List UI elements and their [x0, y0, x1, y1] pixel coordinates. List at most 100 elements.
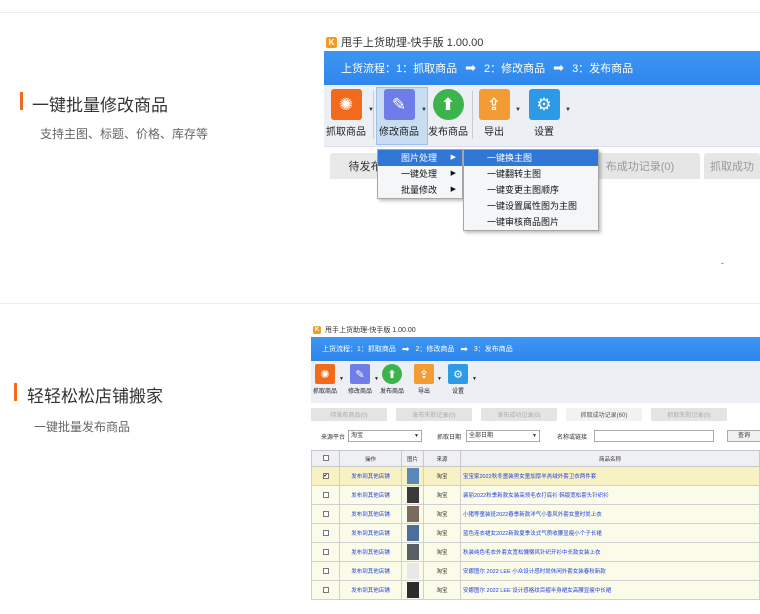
settings-button[interactable]: ⚙ 设置 ▼: [445, 364, 477, 395]
settings-button[interactable]: ⚙ 设置 ▼: [525, 89, 571, 138]
product-name-link[interactable]: 小猪等童装班2022春季新款洋气小香风外套女童时尚上衣: [460, 504, 760, 524]
chevron-down-icon: ▼: [414, 433, 419, 439]
flow-step-2: 2：修改商品: [484, 63, 546, 75]
checkbox-icon: [322, 548, 329, 555]
grab-date-value: 全部日期: [469, 433, 494, 439]
flow-label: 上货流程：: [341, 63, 396, 75]
product-image: [406, 468, 419, 484]
tab-publish-success[interactable]: 发布成功记录(0): [481, 408, 557, 421]
export-button[interactable]: ⇪ 导出 ▼: [412, 364, 442, 395]
window-title: 甩手上货助理-快手版 1.00.00: [341, 37, 484, 49]
table-row[interactable]: ✔ 发布到其他店铺 淘宝 宝宝家2022秋冬童装男女童加厚羊羔绒外套卫衣两件套: [311, 466, 760, 486]
menu-item-batch-edit[interactable]: 批量修改 ▶: [378, 182, 462, 198]
checkbox-icon: [322, 491, 329, 498]
publish-products-button[interactable]: ⬆ 发布商品: [428, 89, 468, 138]
publish-to-shop-link[interactable]: 发布到其他店铺: [339, 485, 402, 505]
product-source: 淘宝: [423, 580, 461, 600]
publish-to-shop-link[interactable]: 发布到其他店铺: [339, 466, 402, 486]
grab-date-select[interactable]: 全部日期 ▼: [466, 430, 540, 442]
product-name-link[interactable]: 蓝色连衣裙女2022新款夏季法式气质收腰显瘦小个子长裙: [460, 523, 760, 543]
checkbox-icon: [322, 510, 329, 517]
chevron-down-icon[interactable]: ▼: [515, 107, 521, 113]
menu-item-review-images[interactable]: 一键审核商品图片: [464, 214, 598, 230]
chevron-down-icon[interactable]: ▼: [339, 376, 344, 382]
product-name-link[interactable]: 裴丽2022秋季新款女装高领毛衣打底衫 韩版宽松套头针织衫: [460, 485, 760, 505]
window-titlebar: K 甩手上货助理-快手版 1.00.00: [324, 33, 760, 51]
tab-pending[interactable]: 待发布商品(0): [311, 408, 387, 421]
chevron-down-icon[interactable]: ▼: [437, 376, 442, 382]
product-name-link[interactable]: 安娜图尔 2022 LEE 设计感格纹百褶半身裙女高腰显瘦中长裙: [460, 580, 760, 600]
gear-icon: ⚙: [448, 364, 468, 384]
product-image: [406, 506, 419, 522]
table-row[interactable]: 发布到其他店铺 淘宝 安娜图尔 2022 LEE 小众设计感时尚休闲外套女装春秋新款: [311, 561, 760, 581]
gear-icon: ⚙: [528, 89, 560, 120]
table-row[interactable]: 发布到其他店铺 淘宝 安娜图尔 2022 LEE 设计感格纹百褶半身裙女高腰显瘦中长…: [311, 580, 760, 600]
chevron-down-icon[interactable]: ▼: [421, 107, 427, 113]
menu-item-replace-main-image[interactable]: 一键换主图: [464, 150, 598, 166]
name-or-link-input[interactable]: [594, 430, 714, 442]
select-all-checkbox[interactable]: [311, 450, 340, 467]
publish-products-button[interactable]: ⬆ 发布商品: [379, 364, 405, 395]
product-source: 淘宝: [423, 485, 461, 505]
menu-item-reorder-main-image[interactable]: 一键变更主图顺序: [464, 182, 598, 198]
row-checkbox[interactable]: [311, 561, 340, 581]
row-checkbox[interactable]: [311, 542, 340, 562]
product-name-link[interactable]: 安娜图尔 2022 LEE 小众设计感时尚休闲外套女装春秋新款: [460, 561, 760, 581]
product-name-link[interactable]: 秋装纯色毛衣外套女宽松慵懒风针织开衫中长款女装上衣: [460, 542, 760, 562]
export-label: 导出: [484, 127, 504, 138]
feature-title-1: 一键批量修改商品: [32, 96, 168, 115]
product-name-link[interactable]: 宝宝家2022秋冬童装男女童加厚羊羔绒外套卫衣两件套: [460, 466, 760, 486]
window-title: 甩手上货助理-快手版 1.00.00: [325, 327, 416, 334]
export-share-icon: ⇪: [414, 364, 434, 384]
edit-products-button[interactable]: ✎ 修改商品 ▼: [379, 89, 427, 138]
flow-label: 上货流程：: [322, 346, 357, 353]
upload-arrow-icon: ⬆: [382, 364, 402, 384]
row-checkbox[interactable]: [311, 580, 340, 600]
table-row[interactable]: 发布到其他店铺 淘宝 小猪等童装班2022春季新款洋气小香风外套女童时尚上衣: [311, 504, 760, 524]
main-toolbar: ✺ 抓取商品 ▼ ✎ 修改商品 ▼ ⬆ 发布商品 ⇪ 导出 ▼ ⚙ 设置 ▼: [324, 85, 760, 147]
menu-item-image-processing[interactable]: 图片处理 ▶: [378, 150, 462, 166]
tab-grab-success[interactable]: 抓取成功记录(60): [566, 408, 642, 421]
row-checkbox[interactable]: [311, 485, 340, 505]
grab-products-button[interactable]: ✺ 抓取商品 ▼: [326, 89, 374, 138]
edit-products-button[interactable]: ✎ 修改商品 ▼: [347, 364, 379, 395]
chevron-down-icon[interactable]: ▼: [565, 107, 571, 113]
tab-publish-failed[interactable]: 发布失败记录(0): [396, 408, 472, 421]
publish-to-shop-link[interactable]: 发布到其他店铺: [339, 523, 402, 543]
chevron-down-icon[interactable]: ▼: [472, 376, 477, 382]
table-row[interactable]: 发布到其他店铺 淘宝 裴丽2022秋季新款女装高领毛衣打底衫 韩版宽松套头针织衫: [311, 485, 760, 505]
main-toolbar: ✺ 抓取商品 ▼ ✎ 修改商品 ▼ ⬆ 发布商品 ⇪ 导出 ▼ ⚙ 设置 ▼: [311, 361, 760, 403]
table-row[interactable]: 发布到其他店铺 淘宝 秋装纯色毛衣外套女宽松慵懒风针织开衫中长款女装上衣: [311, 542, 760, 562]
publish-to-shop-link[interactable]: 发布到其他店铺: [339, 504, 402, 524]
feature-subtitle-1: 支持主图、标题、价格、库存等: [40, 127, 209, 141]
window-titlebar: K 甩手上货助理-快手版 1.00.00: [311, 323, 760, 337]
row-checkbox[interactable]: [311, 523, 340, 543]
checkbox-icon: [322, 529, 329, 536]
column-header-source: 来源: [423, 450, 461, 467]
publish-to-shop-link[interactable]: 发布到其他店铺: [339, 580, 402, 600]
menu-item-flip-main-image[interactable]: 一键翻转主图: [464, 166, 598, 182]
flow-step-3: 3：发布商品: [572, 63, 634, 75]
product-thumbnail: [401, 485, 424, 505]
publish-to-shop-link[interactable]: 发布到其他店铺: [339, 542, 402, 562]
app-logo-icon: K: [313, 326, 321, 334]
publish-to-shop-link[interactable]: 发布到其他店铺: [339, 561, 402, 581]
stray-dot: -: [721, 258, 724, 268]
source-platform-select[interactable]: 淘宝 ▼: [348, 430, 422, 442]
product-image: [406, 544, 419, 560]
table-row[interactable]: 发布到其他店铺 淘宝 蓝色连衣裙女2022新款夏季法式气质收腰显瘦小个子长裙: [311, 523, 760, 543]
row-checkbox[interactable]: [311, 504, 340, 524]
edit-dropdown-menu: 图片处理 ▶ 一键处理 ▶ 批量修改 ▶: [377, 149, 463, 199]
tab-grab-success[interactable]: 抓取成功: [704, 153, 760, 179]
export-share-icon: ⇪: [478, 89, 510, 120]
query-button[interactable]: 查询: [727, 430, 760, 442]
name-or-link-label: 名称或链接: [557, 435, 588, 441]
menu-item-one-click[interactable]: 一键处理 ▶: [378, 166, 462, 182]
menu-item-attr-image-as-main[interactable]: 一键设置属性图为主图: [464, 198, 598, 214]
grab-products-button[interactable]: ✺ 抓取商品 ▼: [312, 364, 344, 395]
row-checkbox[interactable]: ✔: [311, 466, 340, 486]
product-thumbnail: [401, 466, 424, 486]
tab-grab-failed[interactable]: 抓取失败记录(0): [651, 408, 727, 421]
export-button[interactable]: ⇪ 导出 ▼: [477, 89, 521, 138]
section-divider: [0, 303, 760, 304]
